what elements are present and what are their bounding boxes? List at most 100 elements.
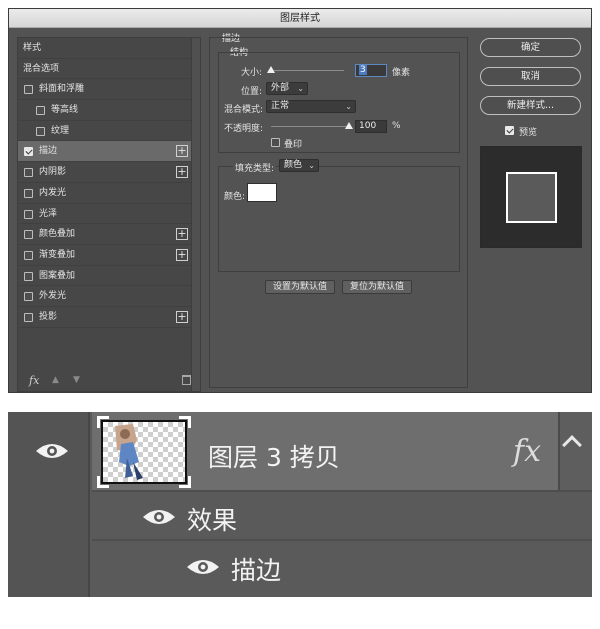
preview-checkbox[interactable] <box>505 126 514 135</box>
style-item-label: 内阴影 <box>39 167 67 178</box>
opacity-slider-thumb[interactable] <box>345 122 353 129</box>
size-unit: 像素 <box>392 68 411 78</box>
style-list-item[interactable]: 纹理 <box>18 121 192 142</box>
style-item-label: 图案叠加 <box>39 270 76 281</box>
style-item-label: 外发光 <box>39 291 67 302</box>
eye-icon[interactable] <box>35 442 69 460</box>
style-header-label: 混合选项 <box>23 63 60 74</box>
style-checkbox[interactable] <box>24 188 33 198</box>
stroke-effect-label: 描边 <box>231 556 282 585</box>
selection-corner-bottom-left <box>97 476 109 488</box>
style-list-scrollbar[interactable] <box>191 38 200 391</box>
up-arrow-icon[interactable]: ▲ <box>52 375 60 385</box>
opacity-slider-track[interactable] <box>271 126 349 127</box>
layer-style-dialog: 图层样式 样式 混合选项 斜面和浮雕 等高线 纹理 描边 + 内阴影 + 内发光 光泽 颜色叠加 + 渐变… <box>8 8 592 393</box>
style-list-item[interactable]: 颜色叠加 + <box>18 224 192 245</box>
stroke-effect-row[interactable] <box>92 543 592 597</box>
style-item-label: 投影 <box>39 311 58 322</box>
ok-button[interactable]: 确定 <box>480 38 581 57</box>
size-label: 大小: <box>241 68 263 78</box>
opacity-value: 100 <box>359 121 377 131</box>
add-effect-icon[interactable]: + <box>176 145 188 158</box>
eye-icon[interactable] <box>142 508 176 526</box>
style-list-item[interactable]: 内阴影 + <box>18 162 192 183</box>
chevron-down-icon: ⌄ <box>297 84 304 93</box>
visibility-column <box>8 412 90 597</box>
style-checkbox[interactable] <box>24 85 33 95</box>
size-input[interactable]: 3 <box>355 64 387 77</box>
size-slider-thumb[interactable] <box>267 66 276 73</box>
chevron-down-icon: ⌄ <box>345 102 352 111</box>
layer-name[interactable]: 图层 3 拷贝 <box>208 438 340 474</box>
style-checkbox[interactable] <box>24 250 33 260</box>
overprint-label: 叠印 <box>284 140 303 150</box>
style-checkbox[interactable] <box>24 312 33 322</box>
color-label: 颜色: <box>224 192 246 202</box>
selection-corner-top-left <box>97 416 109 428</box>
style-list: 样式混合选项斜面和浮雕等高线纹理描边 + 内阴影 + 内发光 光泽颜色叠加 + 渐变叠加 + 图案… <box>18 38 192 328</box>
style-item-label: 颜色叠加 <box>39 229 76 240</box>
style-item-label: 等高线 <box>51 105 79 116</box>
opacity-input[interactable]: 100 <box>355 120 387 133</box>
style-item-label: 描边 <box>39 146 58 157</box>
size-value: 3 <box>359 65 367 75</box>
style-header-label: 样式 <box>23 43 42 53</box>
fx-menu-button[interactable]: fx <box>29 374 39 387</box>
effects-label: 效果 <box>187 506 238 535</box>
down-arrow-icon[interactable]: ▼ <box>73 375 81 385</box>
fx-badge[interactable]: fx <box>513 434 541 469</box>
style-checkbox[interactable] <box>24 230 33 240</box>
add-effect-icon[interactable]: + <box>176 228 188 241</box>
size-slider-track[interactable] <box>268 70 344 71</box>
selection-corner-top-right <box>179 416 191 428</box>
add-effect-icon[interactable]: + <box>176 248 188 261</box>
style-checkbox[interactable] <box>36 126 45 136</box>
layer-thumbnail-figure <box>115 424 143 480</box>
selection-corner-bottom-right <box>179 476 191 488</box>
position-select[interactable]: 外部 ⌄ <box>266 82 308 95</box>
style-list-item[interactable]: 外发光 <box>18 286 192 307</box>
cancel-button[interactable]: 取消 <box>480 67 581 86</box>
style-preview <box>480 146 582 248</box>
style-checkbox[interactable] <box>24 147 33 157</box>
blend-mode-select[interactable]: 正常 ⌄ <box>266 100 356 113</box>
fill-type-select[interactable]: 颜色 ⌄ <box>279 159 319 172</box>
style-list-item[interactable]: 内发光 <box>18 183 192 204</box>
fill-type-group <box>218 166 460 272</box>
new-style-button[interactable]: 新建样式... <box>480 96 581 115</box>
color-swatch[interactable] <box>247 183 277 202</box>
style-list-toolbar: fx ▲ ▼ <box>18 371 200 391</box>
style-item-label: 渐变叠加 <box>39 249 76 260</box>
style-checkbox[interactable] <box>24 292 33 302</box>
style-checkbox[interactable] <box>36 106 45 116</box>
chevron-down-icon: ⌄ <box>308 161 315 170</box>
style-list-panel: 样式混合选项斜面和浮雕等高线纹理描边 + 内阴影 + 内发光 光泽颜色叠加 + 渐变叠加 + 图案… <box>17 37 201 392</box>
blend-mode-label: 混合模式: <box>224 105 264 115</box>
style-list-item[interactable]: 等高线 <box>18 100 192 121</box>
style-item-label: 斜面和浮雕 <box>39 84 85 95</box>
trash-icon[interactable] <box>182 375 191 385</box>
style-list-item[interactable]: 样式 <box>18 38 192 59</box>
opacity-label: 不透明度: <box>224 124 264 134</box>
reset-default-button[interactable]: 复位为默认值 <box>342 280 412 294</box>
style-checkbox[interactable] <box>24 168 33 178</box>
eye-icon[interactable] <box>186 558 220 576</box>
add-effect-icon[interactable]: + <box>176 166 188 179</box>
fill-type-value: 颜色 <box>284 160 303 170</box>
style-list-item[interactable]: 渐变叠加 + <box>18 245 192 266</box>
style-checkbox[interactable] <box>24 209 33 219</box>
layer-thumbnail[interactable] <box>101 420 187 484</box>
fill-type-label: 填充类型: <box>233 161 277 174</box>
style-list-item[interactable]: 图案叠加 <box>18 266 192 287</box>
overprint-checkbox[interactable] <box>271 138 280 147</box>
add-effect-icon[interactable]: + <box>176 310 188 323</box>
style-list-item[interactable]: 光泽 <box>18 204 192 225</box>
style-list-item[interactable]: 混合选项 <box>18 59 192 80</box>
style-list-item[interactable]: 投影 + <box>18 307 192 328</box>
make-default-button[interactable]: 设置为默认值 <box>265 280 335 294</box>
opacity-unit: % <box>392 121 401 131</box>
style-item-label: 纹理 <box>51 125 70 136</box>
style-checkbox[interactable] <box>24 271 33 281</box>
style-list-item[interactable]: 描边 + <box>18 141 192 163</box>
style-list-item[interactable]: 斜面和浮雕 <box>18 79 192 101</box>
